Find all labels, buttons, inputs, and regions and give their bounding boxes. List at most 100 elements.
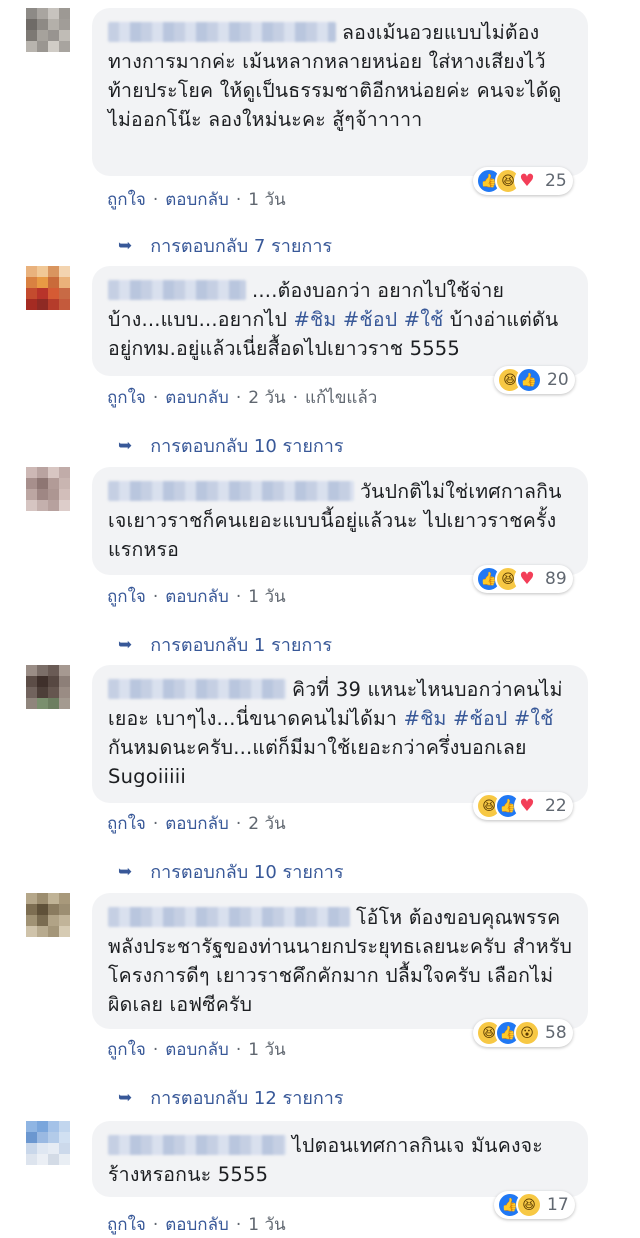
- hashtag-link[interactable]: #ใช้: [404, 308, 444, 331]
- commenter-name[interactable]: [108, 907, 350, 927]
- reaction-summary[interactable]: 👍 😆 ♥ 89: [473, 565, 573, 593]
- like-button[interactable]: ถูกใจ: [107, 583, 146, 610]
- separator: ·: [152, 1039, 159, 1060]
- reaction-count: 89: [545, 569, 567, 589]
- comment-bubble: โอ้โห ต้องขอบคุณพรรคพลังประชารัฐของท่านน…: [92, 893, 588, 1029]
- reply-arrow-icon: ➥: [118, 235, 133, 256]
- reply-button[interactable]: ตอบกลับ: [165, 1211, 229, 1238]
- haha-icon: 😆: [516, 1192, 542, 1218]
- comment-bubble: ลองเม้นอวยแบบไม่ต้องทางการมากค่ะ เม้นหลา…: [92, 8, 588, 176]
- reply-arrow-icon: ➥: [118, 634, 133, 655]
- hashtag-link[interactable]: #ชิม: [404, 707, 447, 730]
- separator: ·: [152, 189, 159, 210]
- separator: ·: [235, 387, 242, 408]
- avatar[interactable]: [26, 893, 70, 937]
- reaction-summary[interactable]: 👍 😆 ♥ 25: [473, 167, 573, 195]
- reaction-count: 22: [545, 796, 567, 816]
- like-button[interactable]: ถูกใจ: [107, 810, 146, 837]
- commenter-name[interactable]: [108, 22, 336, 42]
- reaction-count: 25: [545, 171, 567, 191]
- reply-button[interactable]: ตอบกลับ: [165, 810, 229, 837]
- love-icon: ♥: [514, 793, 540, 819]
- reaction-summary[interactable]: 😆 👍 ♥ 22: [473, 792, 573, 820]
- wow-icon: 😮: [514, 1020, 540, 1046]
- reply-button[interactable]: ตอบกลับ: [165, 583, 229, 610]
- comment-actions: ถูกใจ · ตอบกลับ · 2 วัน · แก้ไขแล้ว: [107, 384, 377, 411]
- love-icon: ♥: [514, 566, 540, 592]
- timestamp[interactable]: 2 วัน: [248, 384, 285, 411]
- reply-button[interactable]: ตอบกลับ: [165, 1036, 229, 1063]
- reply-button[interactable]: ตอบกลับ: [165, 186, 229, 213]
- comment-actions: ถูกใจ · ตอบกลับ · 1 วัน: [107, 583, 286, 610]
- separator: ·: [152, 586, 159, 607]
- timestamp[interactable]: 1 วัน: [248, 186, 285, 213]
- replies-label: การตอบกลับ 7 รายการ: [150, 236, 333, 257]
- replies-label: การตอบกลับ 1 รายการ: [150, 635, 333, 656]
- separator: ·: [235, 813, 242, 834]
- comment-text: คิวที่ 39 แหนะไหนบอกว่าคนไม่เยอะ เบาๆไง.…: [108, 675, 574, 791]
- love-icon: ♥: [514, 168, 540, 194]
- separator: ·: [152, 387, 159, 408]
- like-icon: 👍: [516, 367, 542, 393]
- separator: ·: [235, 189, 242, 210]
- comment-bubble: ไปตอนเทศกาลกินเจ มันคงจะร้างหรอกนะ 5555: [92, 1121, 588, 1197]
- reply-arrow-icon: ➥: [118, 861, 133, 882]
- separator: ·: [235, 586, 242, 607]
- replies-label: การตอบกลับ 12 รายการ: [150, 1088, 344, 1109]
- view-replies-link[interactable]: ➥ การตอบกลับ 7 รายการ: [118, 231, 332, 260]
- reaction-summary[interactable]: 👍 😆 17: [494, 1191, 575, 1219]
- avatar[interactable]: [26, 467, 70, 511]
- commenter-name[interactable]: [108, 481, 354, 501]
- comment-text: วันปกติไม่ใช่เทศกาลกินเจเยาวราชก็คนเยอะแ…: [108, 477, 574, 564]
- commenter-name[interactable]: [108, 280, 246, 300]
- comment-text: โอ้โห ต้องขอบคุณพรรคพลังประชารัฐของท่านน…: [108, 903, 574, 1019]
- commenter-name[interactable]: [108, 1135, 286, 1155]
- reaction-count: 58: [545, 1023, 567, 1043]
- edited-label[interactable]: แก้ไขแล้ว: [305, 384, 377, 411]
- like-button[interactable]: ถูกใจ: [107, 1211, 146, 1238]
- reaction-summary[interactable]: 😆 👍 😮 58: [473, 1019, 573, 1047]
- avatar[interactable]: [26, 8, 70, 52]
- timestamp[interactable]: 1 วัน: [248, 1211, 285, 1238]
- hashtag-link[interactable]: #ใช้: [514, 707, 554, 730]
- hashtag-link[interactable]: #ช้อป: [343, 308, 397, 331]
- comment-bubble: วันปกติไม่ใช่เทศกาลกินเจเยาวราชก็คนเยอะแ…: [92, 467, 588, 575]
- view-replies-link[interactable]: ➥ การตอบกลับ 12 รายการ: [118, 1083, 344, 1112]
- reply-arrow-icon: ➥: [118, 435, 133, 456]
- avatar[interactable]: [26, 1121, 70, 1165]
- comment-actions: ถูกใจ · ตอบกลับ · 2 วัน: [107, 810, 286, 837]
- comment-actions: ถูกใจ · ตอบกลับ · 1 วัน: [107, 186, 286, 213]
- separator: ·: [292, 387, 299, 408]
- comment-actions: ถูกใจ · ตอบกลับ · 1 วัน: [107, 1211, 286, 1238]
- timestamp[interactable]: 2 วัน: [248, 810, 285, 837]
- comment-text: ไปตอนเทศกาลกินเจ มันคงจะร้างหรอกนะ 5555: [108, 1131, 574, 1189]
- timestamp[interactable]: 1 วัน: [248, 1036, 285, 1063]
- hashtag-link[interactable]: #ช้อป: [453, 707, 507, 730]
- avatar[interactable]: [26, 665, 70, 709]
- comment-text: ....ต้องบอกว่า อยากไปใช้จ่ายบ้าง...แบบ..…: [108, 276, 574, 363]
- comment-bubble: ....ต้องบอกว่า อยากไปใช้จ่ายบ้าง...แบบ..…: [92, 266, 588, 376]
- avatar[interactable]: [26, 266, 70, 310]
- comment-text: ลองเม้นอวยแบบไม่ต้องทางการมากค่ะ เม้นหลา…: [108, 18, 574, 134]
- replies-label: การตอบกลับ 10 รายการ: [150, 436, 344, 457]
- separator: ·: [152, 813, 159, 834]
- reaction-summary[interactable]: 😆 👍 20: [494, 366, 575, 394]
- hashtag-link[interactable]: #ชิม: [293, 308, 336, 331]
- view-replies-link[interactable]: ➥ การตอบกลับ 10 รายการ: [118, 857, 344, 886]
- timestamp[interactable]: 1 วัน: [248, 583, 285, 610]
- like-button[interactable]: ถูกใจ: [107, 384, 146, 411]
- reply-button[interactable]: ตอบกลับ: [165, 384, 229, 411]
- comment-bubble: คิวที่ 39 แหนะไหนบอกว่าคนไม่เยอะ เบาๆไง.…: [92, 665, 588, 803]
- separator: ·: [235, 1039, 242, 1060]
- commenter-name[interactable]: [108, 679, 286, 699]
- reaction-count: 20: [547, 370, 569, 390]
- comment-body: กันหมดนะครับ...แต่ก็มีมาใช้เยอะกว่าครึ่ง…: [108, 736, 527, 788]
- like-button[interactable]: ถูกใจ: [107, 186, 146, 213]
- separator: ·: [152, 1214, 159, 1235]
- like-button[interactable]: ถูกใจ: [107, 1036, 146, 1063]
- view-replies-link[interactable]: ➥ การตอบกลับ 1 รายการ: [118, 630, 332, 659]
- reply-arrow-icon: ➥: [118, 1087, 133, 1108]
- reaction-count: 17: [547, 1195, 569, 1215]
- view-replies-link[interactable]: ➥ การตอบกลับ 10 รายการ: [118, 431, 344, 460]
- replies-label: การตอบกลับ 10 รายการ: [150, 862, 344, 883]
